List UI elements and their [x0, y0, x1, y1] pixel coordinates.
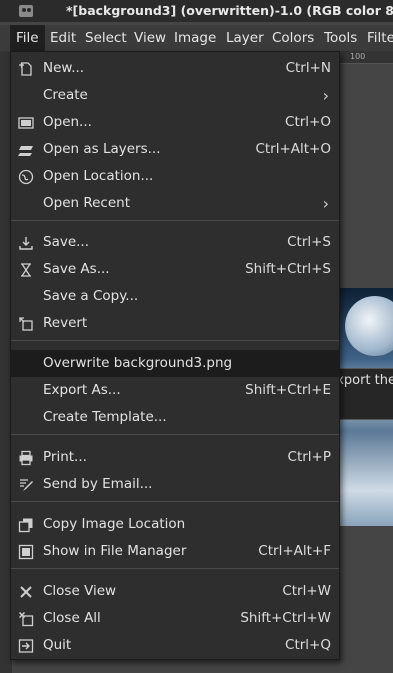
- menu-separator: [11, 220, 339, 221]
- menu-item-print[interactable]: Print... Ctrl+P: [11, 444, 339, 471]
- menu-item-create[interactable]: Create ›: [11, 82, 339, 109]
- copy-icon: [18, 518, 33, 533]
- file-manager-icon: [18, 544, 34, 560]
- menu-item-create-template[interactable]: Create Template...: [11, 404, 339, 431]
- menu-edit[interactable]: Edit: [44, 25, 82, 51]
- menubar: File Edit Select View Image Layer Colors…: [0, 25, 393, 51]
- menu-item-new[interactable]: New... Ctrl+N: [11, 55, 339, 82]
- menu-item-send-by-email[interactable]: Send by Email...: [11, 471, 339, 498]
- close-all-icon: [18, 611, 34, 627]
- menu-separator: [11, 340, 339, 341]
- save-download-icon: [19, 237, 33, 250]
- close-icon: [20, 586, 32, 598]
- horizontal-ruler[interactable]: 100: [340, 51, 393, 64]
- printer-icon: [19, 450, 33, 466]
- menu-view[interactable]: View: [128, 25, 172, 51]
- file-menu-dropdown: New... Ctrl+N Create › Open... Ctrl+O Op…: [10, 51, 340, 660]
- menu-item-export-as[interactable]: Export As... Shift+Ctrl+E: [11, 377, 339, 404]
- menu-item-open[interactable]: Open... Ctrl+O: [11, 109, 339, 136]
- title-bar: *[background3] (overwritten)-1.0 (RGB co…: [0, 0, 393, 22]
- menu-item-copy-image-location[interactable]: Copy Image Location: [11, 511, 339, 538]
- ruler-label: 100: [350, 52, 366, 61]
- menu-item-open-as-layers[interactable]: Open as Layers... Ctrl+Alt+O: [11, 136, 339, 163]
- layers-icon: [18, 146, 33, 156]
- menu-colors[interactable]: Colors: [266, 25, 320, 51]
- submenu-arrow-icon: ›: [322, 194, 329, 213]
- window-title: *[background3] (overwritten)-1.0 (RGB co…: [66, 3, 393, 18]
- menu-file[interactable]: File: [10, 25, 45, 51]
- menu-item-save[interactable]: Save... Ctrl+S: [11, 229, 339, 256]
- menu-tools[interactable]: Tools: [318, 25, 363, 51]
- menu-item-save-as[interactable]: Save As... Shift+Ctrl+S: [11, 256, 339, 283]
- save-as-icon: [21, 263, 31, 277]
- globe-icon: [18, 169, 34, 185]
- menu-item-open-location[interactable]: Open Location...: [11, 163, 339, 190]
- quit-icon: [18, 639, 34, 653]
- menu-separator: [11, 434, 339, 435]
- menu-item-revert[interactable]: Revert: [11, 310, 339, 337]
- menu-item-save-a-copy[interactable]: Save a Copy...: [11, 283, 339, 310]
- menu-filters[interactable]: Filte: [361, 25, 393, 51]
- menu-item-overwrite[interactable]: Overwrite background3.png: [11, 350, 339, 377]
- menu-item-close-view[interactable]: Close View Ctrl+W: [11, 578, 339, 605]
- menu-separator: [11, 501, 339, 502]
- gimp-app-icon: [19, 5, 33, 17]
- menu-select[interactable]: Select: [79, 25, 133, 51]
- menu-separator: [11, 568, 339, 569]
- menu-item-show-in-file-manager[interactable]: Show in File Manager Ctrl+Alt+F: [11, 538, 339, 565]
- new-file-icon: [19, 62, 32, 76]
- menu-image[interactable]: Image: [168, 25, 222, 51]
- open-image-icon: [18, 117, 34, 129]
- menu-item-close-all[interactable]: Close All Shift+Ctrl+W: [11, 605, 339, 632]
- menu-item-quit[interactable]: Quit Ctrl+Q: [11, 632, 339, 659]
- send-email-icon: [20, 479, 33, 491]
- menu-item-open-recent[interactable]: Open Recent ›: [11, 190, 339, 217]
- menu-layer[interactable]: Layer: [220, 25, 270, 51]
- revert-icon: [19, 317, 33, 331]
- submenu-arrow-icon: ›: [322, 86, 329, 105]
